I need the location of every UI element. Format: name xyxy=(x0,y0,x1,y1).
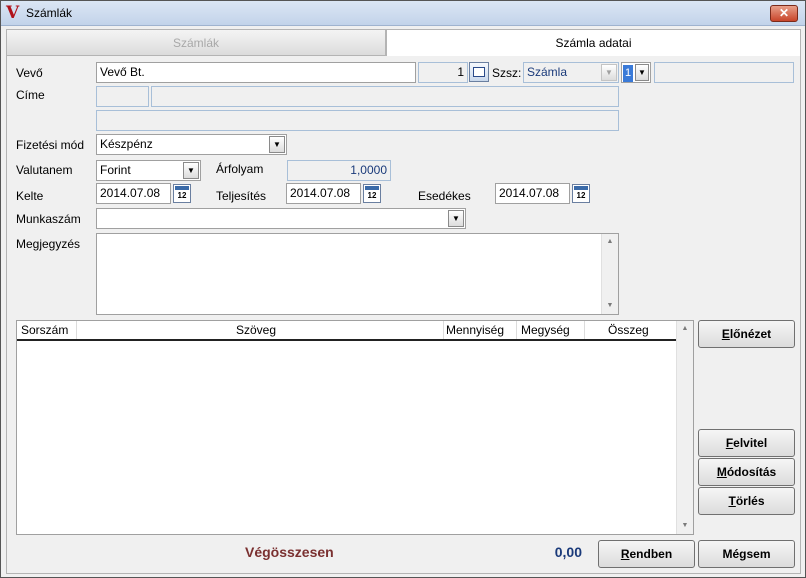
invoice-type-value: Számla xyxy=(527,65,568,79)
tab-invoice-details[interactable]: Számla adatai xyxy=(386,29,801,56)
list-icon xyxy=(473,67,485,77)
issue-date-calendar-icon[interactable]: 12 xyxy=(173,184,191,203)
tab-invoices[interactable]: Számlák xyxy=(6,29,386,56)
scroll-down-icon[interactable]: ▼ xyxy=(602,298,618,314)
due-date-calendar-icon[interactable]: 12 xyxy=(572,184,590,203)
exchange-rate-label: Árfolyam xyxy=(216,162,264,176)
total-value: 0,00 xyxy=(554,544,582,560)
customer-label: Vevő xyxy=(16,66,43,80)
fulfillment-date-calendar-icon[interactable]: 12 xyxy=(363,184,381,203)
total-label: Végösszesen xyxy=(245,544,334,560)
customer-field[interactable]: Vevő Bt. xyxy=(96,62,416,83)
street-field xyxy=(96,110,619,131)
due-date-label: Esedékes xyxy=(418,189,471,203)
invoice-items-table[interactable]: Sorszám Szöveg Mennyiség Megység Összeg … xyxy=(16,320,694,535)
customer-picker-button[interactable] xyxy=(469,62,489,82)
window-title: Számlák xyxy=(26,6,73,20)
cancel-button[interactable]: Mégsem xyxy=(698,540,795,568)
add-button[interactable]: Felvitel xyxy=(698,429,795,457)
scroll-down-icon[interactable]: ▼ xyxy=(677,518,693,534)
table-header: Sorszám Szöveg Mennyiség Megység Összeg xyxy=(17,321,677,341)
ok-button[interactable]: Rendben xyxy=(598,540,695,568)
column-header-quantity[interactable]: Mennyiség xyxy=(446,323,504,337)
chevron-down-icon[interactable]: ▼ xyxy=(183,162,199,179)
chevron-down-icon[interactable]: ▼ xyxy=(635,64,649,81)
city-field xyxy=(151,86,619,107)
fulfillment-date-field[interactable]: 2014.07.08 xyxy=(286,183,361,204)
chevron-down-icon[interactable]: ▼ xyxy=(269,136,285,153)
address-label: Címe xyxy=(16,88,45,102)
close-button[interactable]: ✕ xyxy=(770,5,798,22)
issue-date-label: Kelte xyxy=(16,189,44,203)
note-label: Megjegyzés xyxy=(16,237,81,251)
series-name-field xyxy=(654,62,794,83)
chevron-down-icon[interactable]: ▼ xyxy=(601,64,617,81)
app-logo-icon: V xyxy=(6,3,20,23)
title-bar: V Számlák ✕ xyxy=(1,1,805,26)
column-header-text[interactable]: Szöveg xyxy=(236,323,276,337)
payment-method-value: Készpénz xyxy=(100,137,153,151)
delete-button[interactable]: Törlés xyxy=(698,487,795,515)
note-scrollbar[interactable]: ▲ ▼ xyxy=(601,234,618,314)
issue-date-field[interactable]: 2014.07.08 xyxy=(96,183,171,204)
chevron-down-icon[interactable]: ▼ xyxy=(448,210,464,227)
invoice-window: V Számlák ✕ Számlák Számla adatai Vevő V… xyxy=(0,0,806,578)
job-number-select[interactable]: ▼ xyxy=(96,208,466,229)
currency-select[interactable]: Forint ▼ xyxy=(96,160,201,181)
invoice-type-select[interactable]: Számla ▼ xyxy=(523,62,619,83)
scroll-up-icon[interactable]: ▲ xyxy=(677,321,693,337)
job-number-label: Munkaszám xyxy=(16,212,81,226)
column-header-amount[interactable]: Összeg xyxy=(608,323,649,337)
payment-method-select[interactable]: Készpénz ▼ xyxy=(96,134,287,155)
column-header-index[interactable]: Sorszám xyxy=(21,323,68,337)
series-select[interactable]: 1 ▼ xyxy=(621,62,651,83)
customer-number-field: 1 xyxy=(418,62,468,83)
preview-button[interactable]: Előnézet xyxy=(698,320,795,348)
scroll-up-icon[interactable]: ▲ xyxy=(602,234,618,250)
currency-label: Valutanem xyxy=(16,163,73,177)
column-header-unit[interactable]: Megység xyxy=(521,323,570,337)
invoice-type-label: Szsz: xyxy=(492,66,522,80)
fulfillment-date-label: Teljesítés xyxy=(216,189,267,203)
zip-field xyxy=(96,86,149,107)
note-textarea[interactable]: ▲ ▼ xyxy=(96,233,619,315)
table-scrollbar[interactable]: ▲ ▼ xyxy=(676,321,693,534)
due-date-field[interactable]: 2014.07.08 xyxy=(495,183,570,204)
modify-button[interactable]: Módosítás xyxy=(698,458,795,486)
payment-method-label: Fizetési mód xyxy=(16,138,85,152)
exchange-rate-field: 1,0000 xyxy=(287,160,391,181)
currency-value: Forint xyxy=(100,163,131,177)
invoice-details-panel: Vevő Vevő Bt. 1 Szsz: Számla ▼ 1 ▼ Címe … xyxy=(6,56,801,574)
series-value: 1 xyxy=(623,65,633,82)
